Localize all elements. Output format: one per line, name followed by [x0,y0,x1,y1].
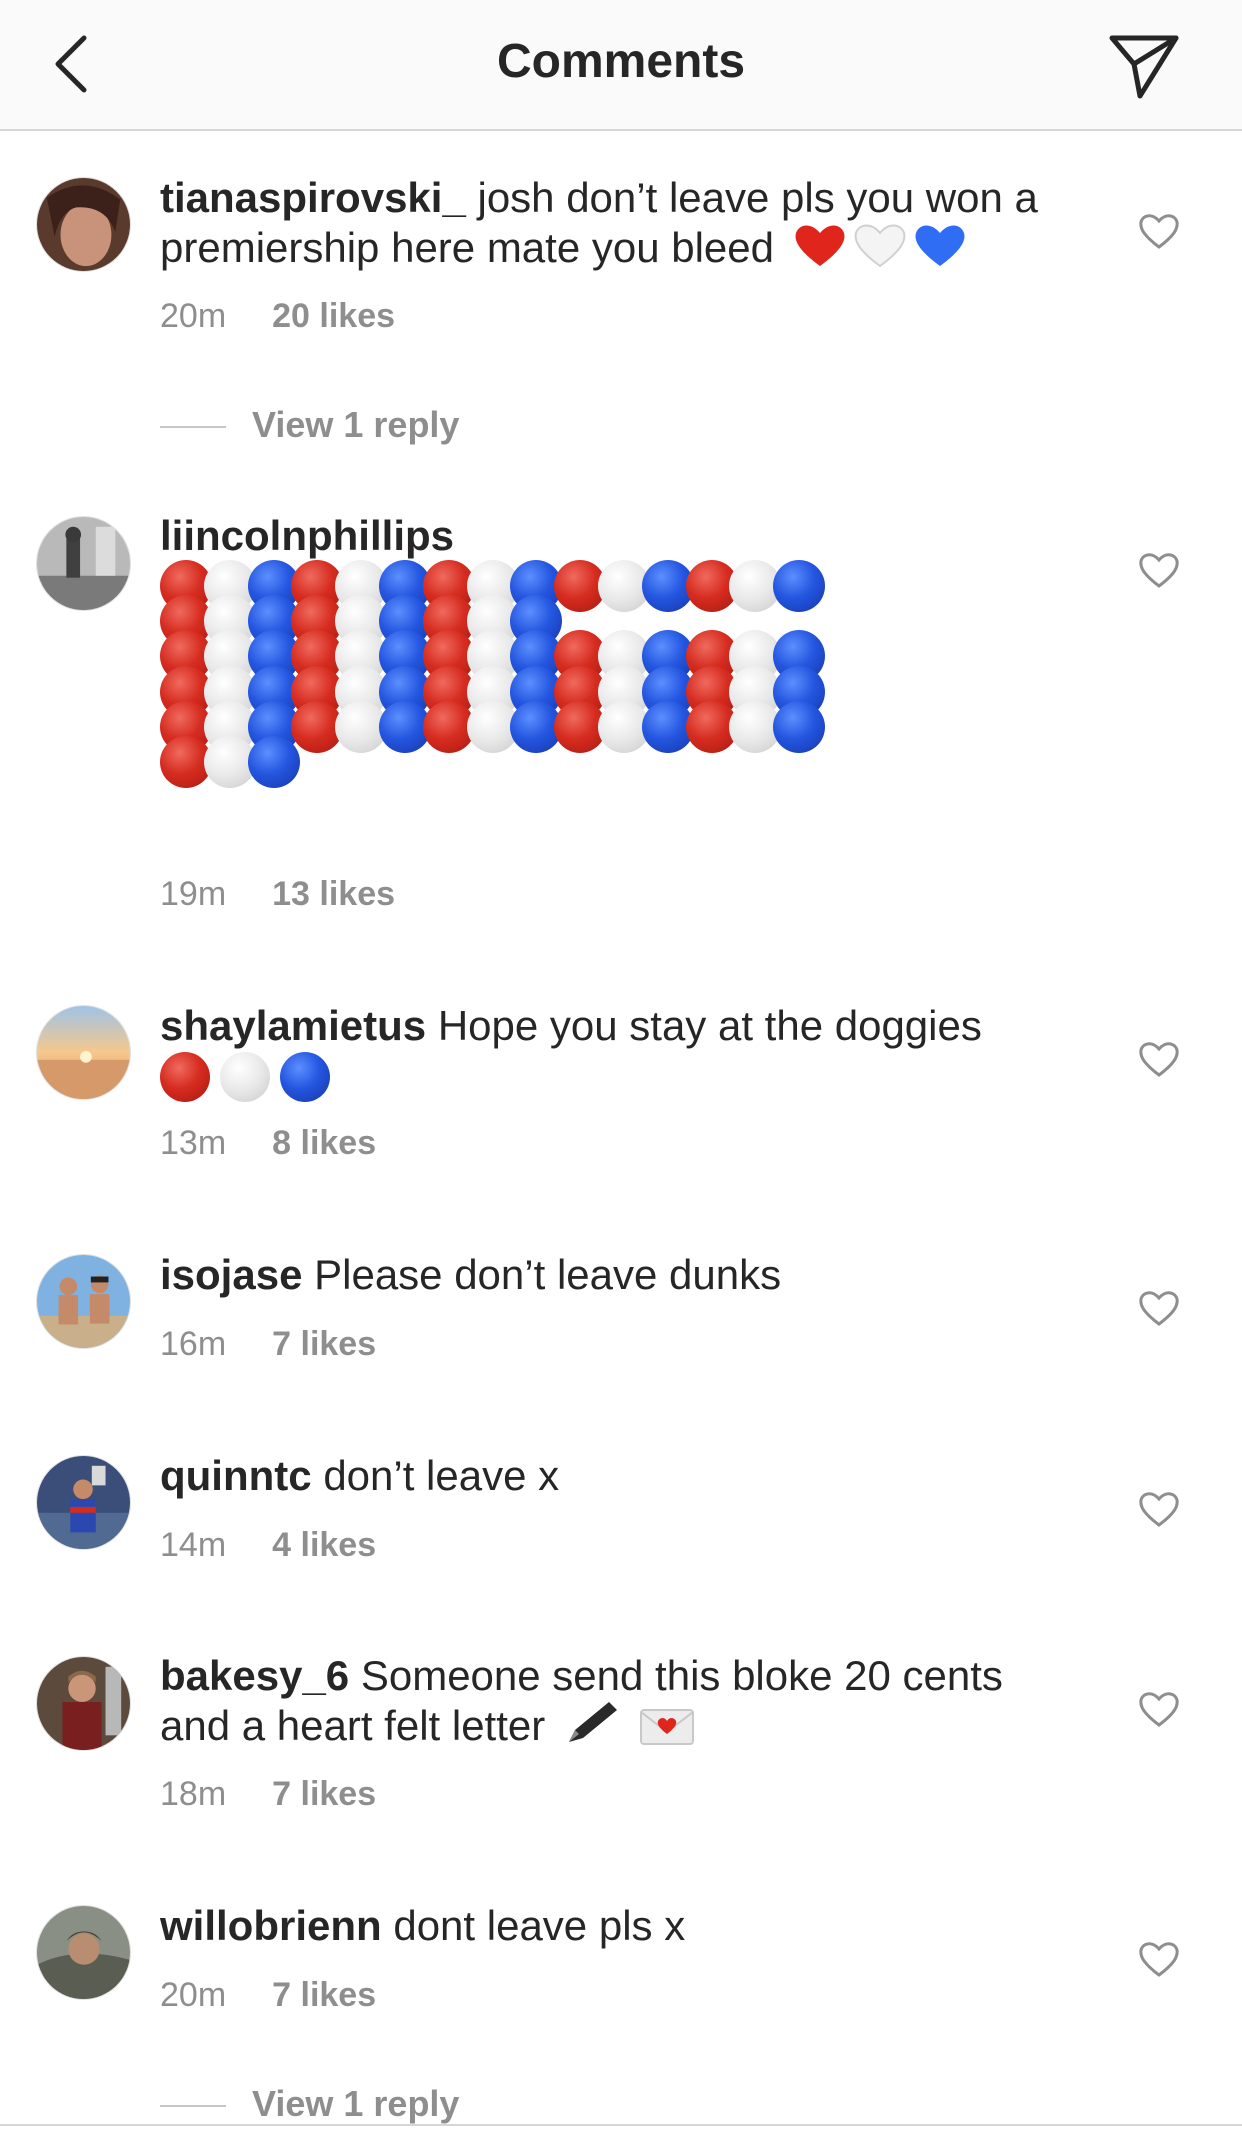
comment-time: 14m [160,1526,227,1564]
comment-text: tianaspirovski_ josh don’t leave pls you… [160,174,1080,278]
white-circle-icon [220,1051,270,1102]
comment-username[interactable]: liincolnphillips [160,512,454,559]
view-replies-label: View 1 reply [252,404,460,445]
comment-text: bakesy_6 Someone send this bloke 20 cent… [160,1652,1080,1756]
blue-circle-icon [773,700,826,753]
avatar[interactable] [36,177,131,272]
comment-likes[interactable]: 4 likes [272,1526,376,1564]
comment-username[interactable]: quinntc [160,1452,312,1499]
like-heart-icon[interactable] [1138,1490,1180,1528]
reply-divider [160,426,226,429]
like-heart-icon[interactable] [1138,1289,1180,1327]
comment-text: willobrienn dont leave pls x [160,1902,1080,1950]
comment-meta: 19m 13 likes [160,875,395,914]
header-bar: Comments [0,0,1242,131]
comment-text: quinntc don’t leave x [160,1452,1080,1500]
comment-text: liincolnphillips [160,512,1080,560]
comment-time: 18m [160,1775,227,1813]
share-button[interactable] [1104,26,1184,106]
avatar[interactable] [36,1254,131,1349]
comment-time: 20m [160,297,227,335]
avatar[interactable] [36,516,131,611]
comment-likes[interactable]: 7 likes [272,1775,376,1813]
white-heart-icon [854,222,906,278]
comment-username[interactable]: bakesy_6 [160,1652,349,1699]
comment-time: 16m [160,1325,227,1363]
comment-time: 19m [160,875,227,913]
comment-meta: 20m 7 likes [160,1976,376,2015]
red-heart-icon [794,222,846,278]
comment-body: don’t leave x [323,1452,560,1499]
bottom-divider [0,2124,1242,2126]
view-replies-label: View 1 reply [252,2083,460,2124]
view-replies-button[interactable]: View 1 reply [160,2083,459,2125]
like-heart-icon[interactable] [1138,212,1180,250]
pen-icon [565,1700,619,1756]
comment-likes[interactable]: 8 likes [272,1124,376,1162]
comment-body: Hope you stay at the doggies [437,1002,982,1049]
comment-meta: 13m 8 likes [160,1124,376,1163]
paper-plane-icon [1109,35,1179,99]
comment-text: shaylamietus Hope you stay at the doggie… [160,1002,1080,1102]
comment-username[interactable]: tianaspirovski_ [160,174,466,221]
like-heart-icon[interactable] [1138,551,1180,589]
avatar[interactable] [36,1455,131,1550]
page-title: Comments [496,35,746,88]
comment-username[interactable]: shaylamietus [160,1002,426,1049]
comment-body: dont leave pls x [393,1902,686,1949]
comment-meta: 20m 20 likes [160,297,395,336]
comment-time: 20m [160,1976,227,2014]
like-heart-icon[interactable] [1138,1690,1180,1728]
love-letter-icon [639,1704,695,1756]
like-heart-icon[interactable] [1138,1940,1180,1978]
like-heart-icon[interactable] [1138,1040,1180,1078]
reply-divider [160,2105,226,2108]
blue-circle-icon [247,736,300,788]
comment-likes[interactable]: 7 likes [272,1325,376,1363]
comment-meta: 16m 7 likes [160,1325,376,1364]
comment-username[interactable]: willobrienn [160,1902,382,1949]
comment-likes[interactable]: 7 likes [272,1976,376,2014]
view-replies-button[interactable]: View 1 reply [160,404,459,446]
comment-likes[interactable]: 13 likes [272,875,395,913]
comment-meta: 18m 7 likes [160,1775,376,1814]
blue-heart-icon [914,222,966,278]
blue-circle-icon [280,1051,330,1102]
comment-likes[interactable]: 20 likes [272,297,395,335]
comment-meta: 14m 4 likes [160,1526,376,1565]
avatar[interactable] [36,1905,131,2000]
comment-body: Please don’t leave dunks [314,1251,782,1298]
avatar[interactable] [36,1656,131,1751]
comment-username[interactable]: isojase [160,1251,302,1298]
comment-time: 13m [160,1124,227,1162]
blue-circle-icon [773,560,826,612]
avatar[interactable] [36,1005,131,1100]
red-circle-icon [160,1051,210,1102]
comment-text: isojase Please don’t leave dunks [160,1251,1080,1299]
